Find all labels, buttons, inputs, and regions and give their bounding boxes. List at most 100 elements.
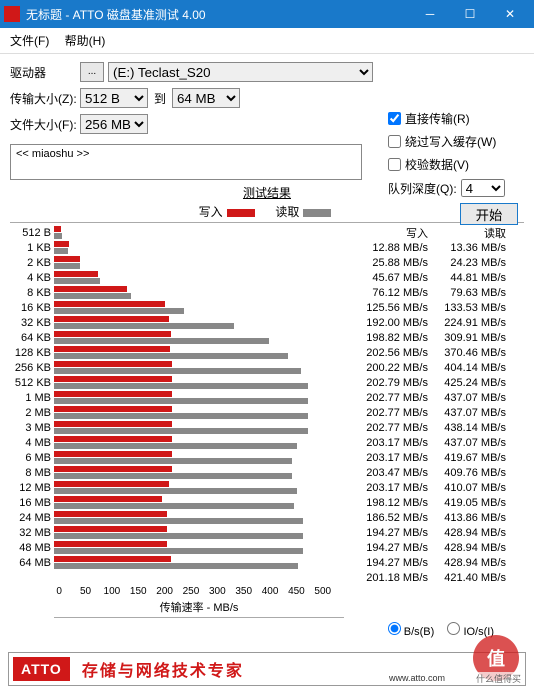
read-value: 413.86 MB/s [428,511,506,526]
read-value: 309.91 MB/s [428,331,506,346]
read-value: 428.94 MB/s [428,541,506,556]
menu-help[interactable]: 帮助(H) [59,30,112,51]
write-bar [54,481,169,487]
write-value: 194.27 MB/s [350,556,428,571]
write-bar [54,346,170,352]
table-row: 45.67 MB/s44.81 MB/s [350,271,506,286]
window-title: 无标题 - ATTO 磁盘基准测试 4.00 [26,6,410,23]
table-row: 202.77 MB/s437.07 MB/s [350,391,506,406]
read-bar [54,278,100,284]
read-bar [54,398,308,404]
unit-bs-radio[interactable] [388,622,401,635]
x-tick: 300 [204,586,230,597]
write-value: 202.79 MB/s [350,376,428,391]
chart-row: 16 KB [10,300,350,315]
read-bar [54,353,288,359]
write-bar [54,436,172,442]
read-bar [54,458,292,464]
read-bar [54,563,298,569]
brand-logo: ATTO [13,657,70,681]
chart-row: 4 MB [10,435,350,450]
bar-group [54,540,344,555]
description-box[interactable]: << miaoshu >> [10,144,362,180]
row-label: 24 MB [10,512,54,524]
legend-write-swatch [227,209,255,217]
verify-data-checkbox[interactable] [388,158,401,171]
bar-group [54,330,344,345]
drive-select[interactable]: (E:) Teclast_S20 [108,62,373,82]
table-row: 203.47 MB/s409.76 MB/s [350,466,506,481]
options-panel: 直接传输(R) 绕过写入缓存(W) 校验数据(V) 队列深度(Q):4 开始 [388,110,518,225]
maximize-button[interactable]: ☐ [450,0,490,28]
read-value: 13.36 MB/s [428,241,506,256]
bar-group [54,345,344,360]
read-value: 438.14 MB/s [428,421,506,436]
transfer-min-select[interactable]: 512 B [80,88,148,108]
write-value: 200.22 MB/s [350,361,428,376]
file-size-select[interactable]: 256 MB [80,114,148,134]
read-value: 421.40 MB/s [428,571,506,586]
write-bar [54,331,171,337]
start-button[interactable]: 开始 [460,203,518,225]
row-label: 128 KB [10,347,54,359]
transfer-max-select[interactable]: 64 MB [172,88,240,108]
table-row: 203.17 MB/s419.67 MB/s [350,451,506,466]
close-button[interactable]: ✕ [490,0,530,28]
chart-row: 24 MB [10,510,350,525]
table-row: 203.17 MB/s437.07 MB/s [350,436,506,451]
chart-row: 12 MB [10,480,350,495]
write-value: 201.18 MB/s [350,571,428,586]
read-bar [54,473,292,479]
table-row: 198.82 MB/s309.91 MB/s [350,331,506,346]
table-row: 25.88 MB/s24.23 MB/s [350,256,506,271]
bar-group [54,315,344,330]
minimize-button[interactable]: ─ [410,0,450,28]
browse-button[interactable]: ... [80,62,104,82]
chart-row: 1 KB [10,240,350,255]
row-label: 16 KB [10,302,54,314]
read-value: 410.07 MB/s [428,481,506,496]
bar-group [54,360,344,375]
write-value: 45.67 MB/s [350,271,428,286]
menu-file[interactable]: 文件(F) [4,30,55,51]
read-bar [54,533,303,539]
read-bar [54,323,234,329]
unit-bs-label: B/s(B) [404,626,435,638]
x-tick: 450 [283,586,309,597]
chart-row: 128 KB [10,345,350,360]
read-bar [54,248,68,254]
table-row: 194.27 MB/s428.94 MB/s [350,541,506,556]
write-value: 194.27 MB/s [350,526,428,541]
file-size-label: 文件大小(F): [10,116,80,133]
row-label: 64 MB [10,557,54,569]
chart-row: 64 KB [10,330,350,345]
read-bar [54,368,301,374]
row-label: 2 MB [10,407,54,419]
table-row: 186.52 MB/s413.86 MB/s [350,511,506,526]
write-value: 202.77 MB/s [350,421,428,436]
read-value: 370.46 MB/s [428,346,506,361]
write-value: 203.17 MB/s [350,436,428,451]
x-axis-label: 传输速率 - MB/s [54,599,344,618]
read-value: 437.07 MB/s [428,391,506,406]
table-row: 194.27 MB/s428.94 MB/s [350,526,506,541]
x-tick: 500 [310,586,336,597]
chart-row: 2 KB [10,255,350,270]
row-label: 512 KB [10,377,54,389]
chart-row: 64 MB [10,555,350,570]
queue-depth-label: 队列深度(Q): [388,180,457,197]
read-bar [54,503,294,509]
write-value: 194.27 MB/s [350,541,428,556]
read-bar [54,428,308,434]
queue-depth-select[interactable]: 4 [461,179,505,197]
bypass-cache-checkbox[interactable] [388,135,401,148]
table-row: 202.79 MB/s425.24 MB/s [350,376,506,391]
table-row: 202.77 MB/s438.14 MB/s [350,421,506,436]
direct-io-checkbox[interactable] [388,112,401,125]
read-value: 425.24 MB/s [428,376,506,391]
chart-row: 32 KB [10,315,350,330]
read-value: 437.07 MB/s [428,406,506,421]
write-value: 203.47 MB/s [350,466,428,481]
x-tick: 250 [178,586,204,597]
row-label: 256 KB [10,362,54,374]
